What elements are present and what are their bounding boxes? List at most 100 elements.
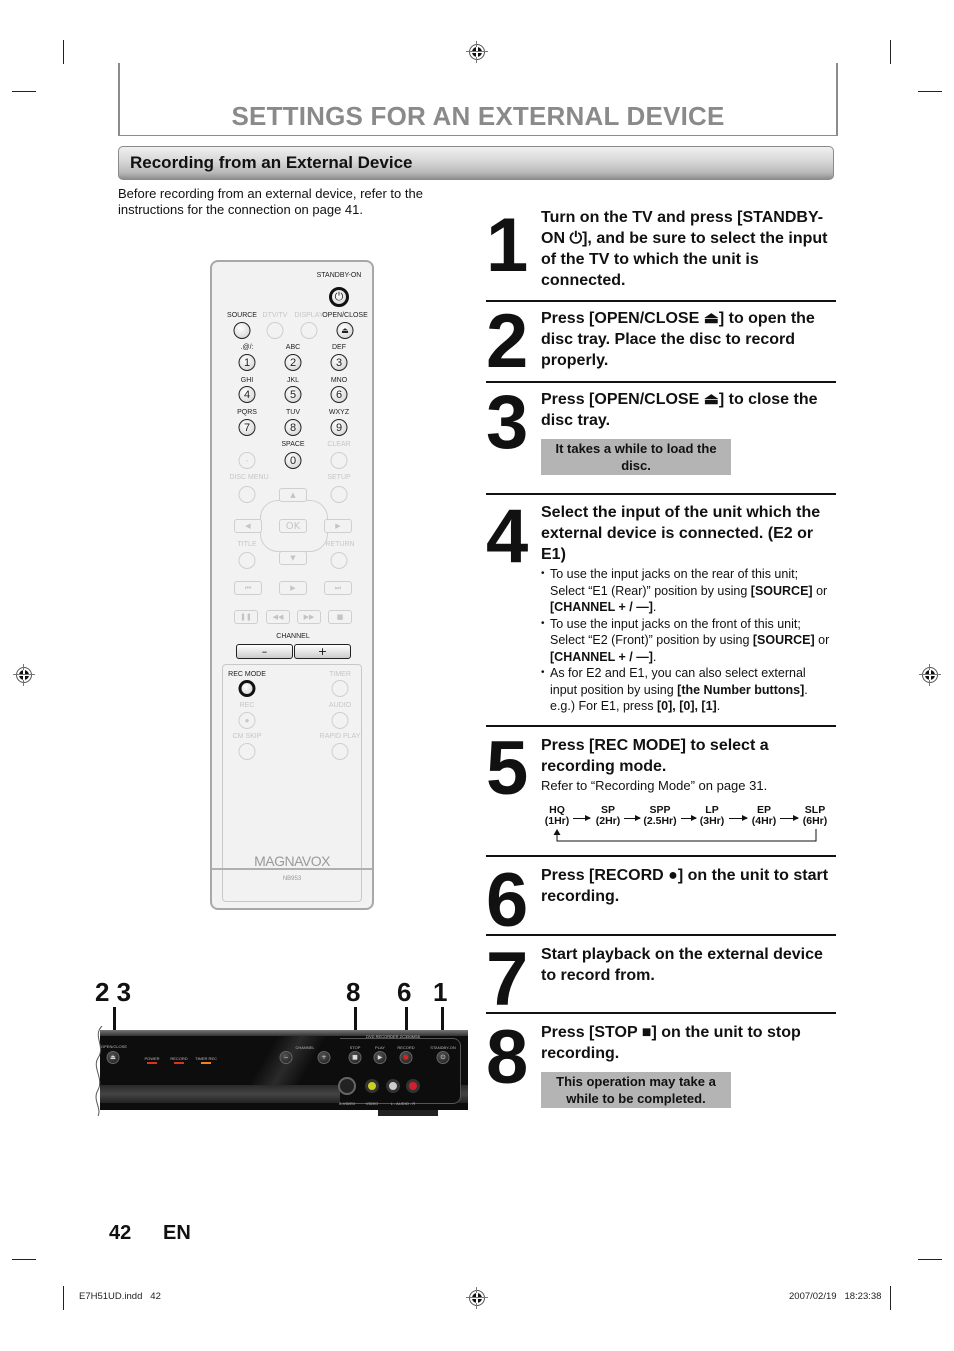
device-stop-button[interactable]: ■ — [348, 1051, 362, 1064]
number-button-8[interactable]: 8 — [284, 419, 302, 436]
label-key-4: GHI — [240, 377, 254, 384]
label-setup: SETUP — [327, 474, 351, 481]
number-button-2[interactable]: 2 — [284, 354, 302, 371]
device-standby-on-button[interactable]: ⏻ — [436, 1051, 450, 1064]
number-button-3[interactable]: 3 — [330, 354, 348, 371]
product-name: DVD RECORDER ZC350MS8 — [366, 1034, 420, 1039]
device-channel-plus-button[interactable]: + — [317, 1051, 331, 1064]
timer-rec-led — [201, 1062, 211, 1064]
label-open-close: OPEN/CLOSE — [322, 312, 368, 319]
label-play: PLAY — [375, 1045, 385, 1050]
label-rec-mode: REC MODE — [228, 671, 266, 678]
page-title-box: SETTINGS FOR AN EXTERNAL DEVICE — [118, 63, 838, 136]
step-text: Press [STOP ■] on the unit to stop recor… — [541, 1024, 801, 1062]
channel-plus-button[interactable]: + — [294, 644, 351, 659]
label-clear: CLEAR — [327, 441, 351, 448]
down-button[interactable]: ▼ — [279, 551, 307, 565]
up-button[interactable]: ▲ — [279, 488, 307, 502]
label-key-9: WXYZ — [328, 409, 350, 416]
dtv-tv-button[interactable] — [266, 322, 284, 339]
device-open-close-button[interactable]: ⏏ — [106, 1051, 120, 1064]
label-dtv-tv: DTV/TV — [262, 312, 288, 319]
standby-on-button[interactable]: ⏻ — [329, 287, 349, 307]
number-button-0[interactable]: 0 — [284, 452, 302, 469]
device-foot — [378, 1110, 438, 1116]
arrow-right-icon: ▶ — [335, 522, 341, 530]
label-channel: CHANNEL — [276, 633, 310, 640]
number-button-9[interactable]: 9 — [330, 419, 348, 436]
title-button[interactable] — [238, 552, 256, 569]
open-close-button[interactable]: ⏏ — [336, 322, 354, 339]
rewind-button[interactable]: ◀◀ — [266, 610, 290, 624]
number-button-6[interactable]: 6 — [330, 386, 348, 403]
play-button[interactable]: ▶ — [279, 581, 307, 595]
label-video: VIDEO — [365, 1101, 379, 1106]
note-box: This operation may take a while to be co… — [541, 1072, 731, 1108]
language-code: EN — [163, 1222, 191, 1244]
rec-button[interactable]: ● — [238, 712, 256, 729]
number-button-5[interactable]: 5 — [284, 386, 302, 403]
rec-mode-button[interactable] — [238, 680, 256, 697]
label-key-1: .@/: — [240, 344, 254, 351]
number-button-7[interactable]: 7 — [238, 419, 256, 436]
label-record: RECORD — [397, 1045, 415, 1050]
clear-button[interactable] — [330, 452, 348, 469]
section-title: Recording from an External Device — [130, 153, 413, 172]
reference-text: Refer to “Recording Mode” on page 31. — [541, 778, 768, 793]
disc-menu-button[interactable] — [238, 486, 256, 503]
step-1: 1 Turn on the TV and press [STANDBY-ON ⏻… — [486, 204, 836, 300]
step-text: Press [RECORD ●] on the unit to start re… — [541, 867, 829, 905]
setup-button[interactable] — [330, 486, 348, 503]
crop-mark — [918, 1259, 942, 1260]
skip-back-button[interactable]: ⏮ — [234, 581, 262, 595]
label-stop: STOP — [349, 1045, 361, 1050]
crop-mark — [63, 40, 64, 64]
callout-6: 6 — [397, 977, 412, 1007]
right-button[interactable]: ▶ — [324, 519, 352, 533]
ok-button[interactable]: OK — [279, 519, 307, 533]
pause-button[interactable]: ❚❚ — [234, 610, 258, 624]
device-record-button[interactable]: ● — [399, 1051, 413, 1064]
pause-icon: ❚❚ — [240, 613, 252, 621]
device-play-button[interactable]: ▶ — [373, 1051, 387, 1064]
number-button-4[interactable]: 4 — [238, 386, 256, 403]
bullet-item: To use the input jacks on the front of t… — [541, 616, 836, 666]
arrow-up-icon: ▲ — [290, 491, 296, 499]
label-s-video: S-VIDEO — [338, 1101, 356, 1106]
arrow-right-icon — [729, 815, 748, 821]
label-timer: TIMER — [329, 671, 351, 678]
timer-button[interactable] — [331, 680, 349, 697]
step-number: 3 — [486, 380, 528, 465]
left-button[interactable]: ◀ — [234, 519, 262, 533]
label-space: SPACE — [281, 441, 305, 448]
note-box: It takes a while to load the disc. — [541, 439, 731, 475]
power-led — [147, 1062, 157, 1064]
crop-mark — [890, 1286, 891, 1310]
arrow-left-icon: ◀ — [245, 522, 251, 530]
rec-mode-ep: EP (4Hr) — [751, 804, 777, 827]
cut-edge-wave — [92, 1026, 103, 1116]
registration-mark-icon — [13, 664, 35, 686]
cm-skip-button[interactable] — [238, 743, 256, 760]
device-channel-minus-button[interactable]: − — [279, 1051, 293, 1064]
source-button[interactable] — [233, 322, 251, 339]
stop-button[interactable]: ■ — [328, 610, 352, 624]
rewind-icon: ◀◀ — [272, 613, 284, 621]
step-5: 5 Press [REC MODE] to select a recording… — [486, 725, 836, 857]
channel-minus-button[interactable]: – — [236, 644, 293, 659]
crop-mark — [12, 1259, 36, 1260]
registration-mark-icon — [466, 41, 488, 63]
return-button[interactable] — [330, 552, 348, 569]
label-key-7: PQRS — [237, 409, 257, 416]
play-icon: ▶ — [290, 584, 296, 592]
step-7: 7 Start playback on the external device … — [486, 934, 836, 1018]
rapid-play-button[interactable] — [331, 743, 349, 760]
audio-button[interactable] — [331, 712, 349, 729]
skip-forward-button[interactable]: ⏭ — [324, 581, 352, 595]
dot-button[interactable]: · — [238, 452, 256, 469]
display-button[interactable] — [300, 322, 318, 339]
label-standby-on: STANDBY-ON — [430, 1045, 456, 1050]
number-button-1[interactable]: 1 — [238, 354, 256, 371]
fast-forward-button[interactable]: ▶▶ — [297, 610, 321, 624]
label-record-led: RECORD — [170, 1056, 188, 1061]
